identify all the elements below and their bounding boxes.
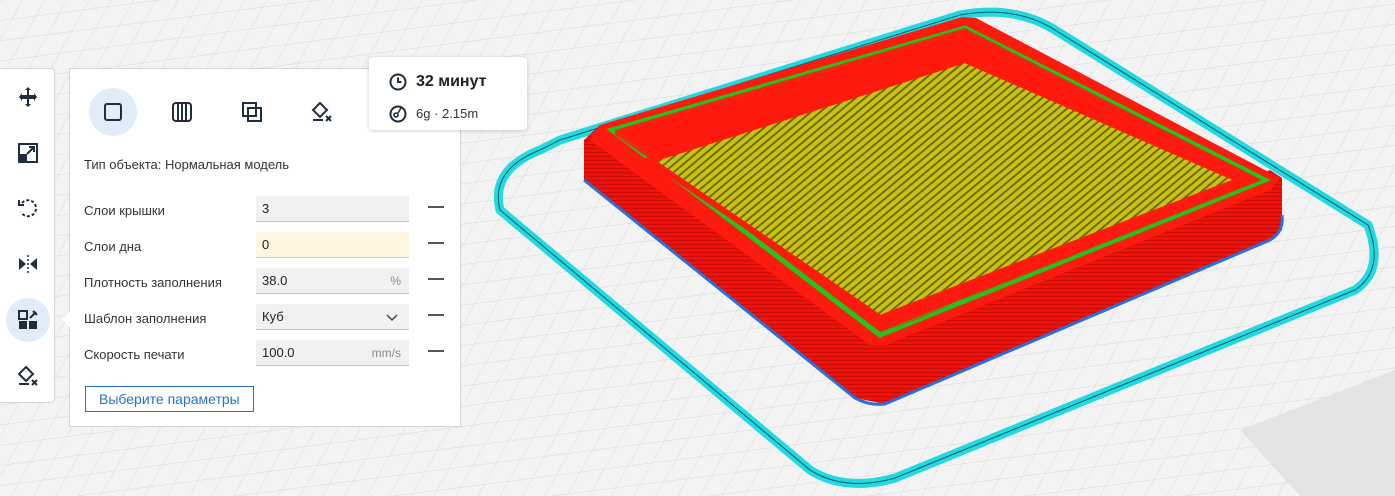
support-blocker-type-icon: [311, 101, 332, 122]
bottom-layers-value: 0: [262, 237, 270, 252]
top-layers-value: 3: [262, 201, 270, 216]
bottom-layers-field[interactable]: 0: [256, 232, 409, 258]
infill-density-value: 38.0: [262, 273, 288, 288]
move-icon: [19, 87, 37, 107]
mirror-icon: [19, 255, 37, 273]
filament-spool-icon: [389, 105, 407, 123]
support-blocker-icon: [17, 365, 38, 386]
infill-pattern-select[interactable]: Куб: [256, 304, 409, 330]
infill-pattern-value: Куб: [262, 309, 284, 324]
panel-pointer: [62, 311, 70, 327]
setting-label-bottom-layers: Слои дна: [84, 239, 142, 254]
object-type-label: Тип объекта: Нормальная модель: [84, 157, 290, 172]
reset-top-layers-button[interactable]: [428, 206, 444, 208]
move-tool-button[interactable]: [6, 75, 50, 119]
setting-label-infill-pattern: Шаблон заполнения: [84, 311, 207, 326]
setting-label-infill-density: Плотность заполнения: [84, 275, 222, 290]
infill-mesh-button[interactable]: [158, 88, 206, 136]
normal-model-button[interactable]: [89, 88, 137, 136]
infill-density-unit: %: [390, 273, 401, 288]
print-speed-field[interactable]: 100.0 mm/s: [256, 340, 409, 366]
normal-model-icon: [104, 103, 122, 121]
mirror-tool-button[interactable]: [6, 242, 50, 286]
support-blocker-mesh-button[interactable]: [298, 88, 346, 136]
overlap-icon: [242, 102, 262, 122]
clock-icon: [389, 73, 407, 91]
infill-density-field[interactable]: 38.0 %: [256, 268, 409, 294]
top-layers-field[interactable]: 3: [256, 196, 409, 222]
reset-infill-density-button[interactable]: [428, 278, 444, 280]
setting-label-print-speed: Скорость печати: [84, 347, 185, 362]
support-blocker-tool-button[interactable]: [6, 354, 50, 398]
print-time: 32 минут: [416, 73, 487, 90]
select-settings-button[interactable]: Выберите параметры: [85, 386, 254, 412]
scale-tool-button[interactable]: [6, 131, 50, 175]
print-speed-unit: mm/s: [371, 345, 401, 360]
print-estimate-card[interactable]: 32 минут 6g · 2.15m: [369, 57, 527, 130]
per-model-settings-icon: [18, 310, 38, 329]
material-usage: 6g · 2.15m: [416, 106, 479, 121]
reset-bottom-layers-button[interactable]: [428, 242, 444, 244]
reset-infill-pattern-button[interactable]: [428, 314, 444, 316]
rotate-icon: [18, 199, 38, 218]
reset-print-speed-button[interactable]: [428, 350, 444, 352]
infill-mesh-icon: [172, 102, 192, 122]
per-model-settings-button[interactable]: [6, 298, 50, 342]
tool-sidebar: [0, 68, 55, 403]
chevron-down-icon: [386, 314, 398, 322]
scale-icon: [18, 143, 38, 163]
print-speed-value: 100.0: [262, 345, 295, 360]
setting-label-top-layers: Слои крышки: [84, 203, 165, 218]
rotate-tool-button[interactable]: [6, 186, 50, 230]
overlap-mesh-button[interactable]: [228, 88, 276, 136]
